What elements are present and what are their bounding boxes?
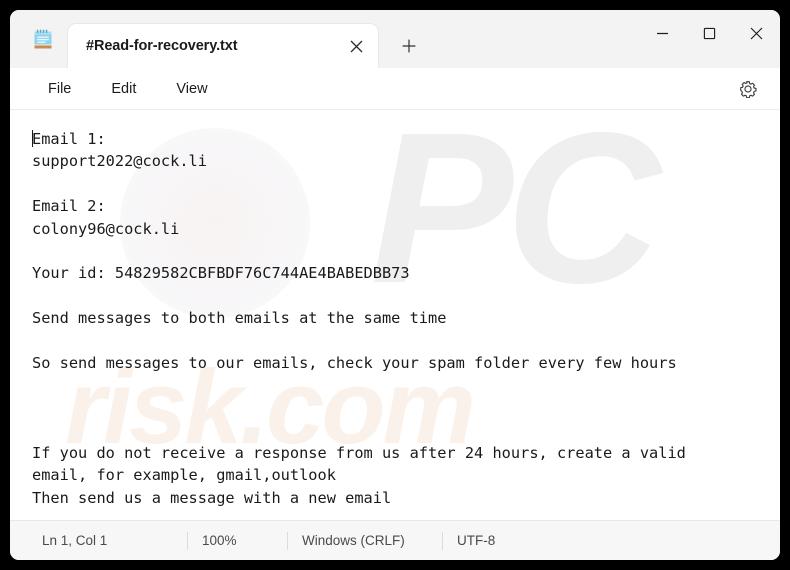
minimize-button[interactable] [639, 10, 686, 56]
tab-read-for-recovery[interactable]: #Read-for-recovery.txt [68, 24, 378, 68]
menu-item-view[interactable]: View [164, 76, 219, 102]
gear-icon[interactable] [732, 73, 764, 105]
maximize-button[interactable] [686, 10, 733, 56]
notepad-icon [30, 27, 56, 53]
text-editor-area[interactable]: PC risk.com Email 1: support2022@cock.li… [10, 110, 780, 520]
window-controls [639, 10, 780, 56]
menu-item-edit[interactable]: Edit [99, 76, 148, 102]
note-body: Email 1: support2022@cock.li Email 2: co… [32, 130, 686, 507]
note-text[interactable]: Email 1: support2022@cock.li Email 2: co… [10, 110, 780, 509]
status-line-endings[interactable]: Windows (CRLF) [288, 531, 443, 550]
titlebar: #Read-for-recovery.txt [10, 10, 780, 68]
screen: #Read-for-recovery.txt File Edit View PC… [0, 0, 790, 570]
status-cursor-position[interactable]: Ln 1, Col 1 [28, 531, 188, 550]
menu-item-file[interactable]: File [36, 76, 83, 102]
close-button[interactable] [733, 10, 780, 56]
menubar: File Edit View [10, 68, 780, 110]
tabstrip: #Read-for-recovery.txt [10, 10, 426, 68]
tab-close-icon[interactable] [342, 32, 370, 60]
new-tab-button[interactable] [392, 29, 426, 63]
statusbar: Ln 1, Col 1 100% Windows (CRLF) UTF-8 [10, 520, 780, 560]
tab-title: #Read-for-recovery.txt [86, 38, 238, 54]
status-encoding[interactable]: UTF-8 [443, 532, 509, 550]
status-zoom-level[interactable]: 100% [188, 531, 288, 550]
notepad-window: #Read-for-recovery.txt File Edit View PC… [10, 10, 780, 560]
